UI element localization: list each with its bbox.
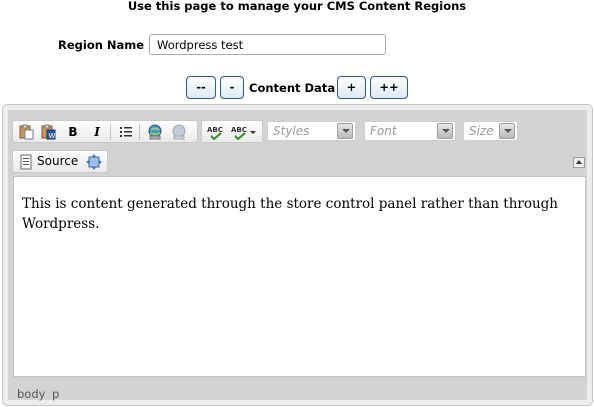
region-name-input[interactable] [149,34,386,55]
paste-icon[interactable] [16,123,36,141]
content-data-label: Content Data [249,81,336,95]
decrease-more-button[interactable]: -- [186,76,216,99]
toolbar-separator [139,124,140,140]
chevron-down-icon[interactable] [337,123,353,139]
editor-frame: W B I ABC ABC Styles Font Size Source Th… [8,110,587,401]
chevron-down-icon[interactable] [437,123,453,139]
bulleted-list-icon[interactable] [116,123,136,141]
bold-icon[interactable]: B [63,123,83,141]
unlink-icon[interactable] [169,123,189,141]
chevron-down-icon[interactable] [499,123,515,139]
styles-combo-label: Styles [273,124,310,138]
region-name-label: Region Name [58,38,145,52]
link-icon[interactable] [145,123,165,141]
rich-text-editor: W B I ABC ABC Styles Font Size Source Th… [2,104,593,406]
spellcheck-as-you-type-icon[interactable]: ABC [229,123,259,141]
toolbar-group-document: Source [12,150,108,173]
font-combo[interactable]: Font [364,121,456,141]
element-path-p[interactable]: p [52,387,59,401]
increase-button[interactable]: + [337,76,366,99]
spellcheck-icon[interactable]: ABC [205,123,225,141]
source-icon[interactable] [16,153,36,171]
size-combo[interactable]: Size [463,121,518,141]
maximize-icon[interactable] [84,153,104,171]
toolbar-separator [110,124,111,140]
editor-content-text[interactable]: This is content generated through the st… [22,194,562,234]
decrease-button[interactable]: - [220,76,244,99]
toolbar-group-spellcheck: ABC ABC [201,120,263,143]
editor-content-area[interactable]: This is content generated through the st… [13,176,586,377]
source-button-label[interactable]: Source [37,154,78,168]
size-combo-label: Size [469,124,494,138]
increase-more-button[interactable]: ++ [370,76,408,99]
svg-text:W: W [49,132,56,140]
page-title: Use this page to manage your CMS Content… [127,0,467,13]
styles-combo[interactable]: Styles [267,121,356,141]
element-path-body[interactable]: body [17,387,45,401]
paste-from-word-icon[interactable]: W [38,123,58,141]
font-combo-label: Font [370,124,397,138]
collapse-toolbar-icon[interactable] [573,157,585,168]
italic-icon[interactable]: I [87,123,107,141]
toolbar-group-formatting: W B I [12,120,198,143]
